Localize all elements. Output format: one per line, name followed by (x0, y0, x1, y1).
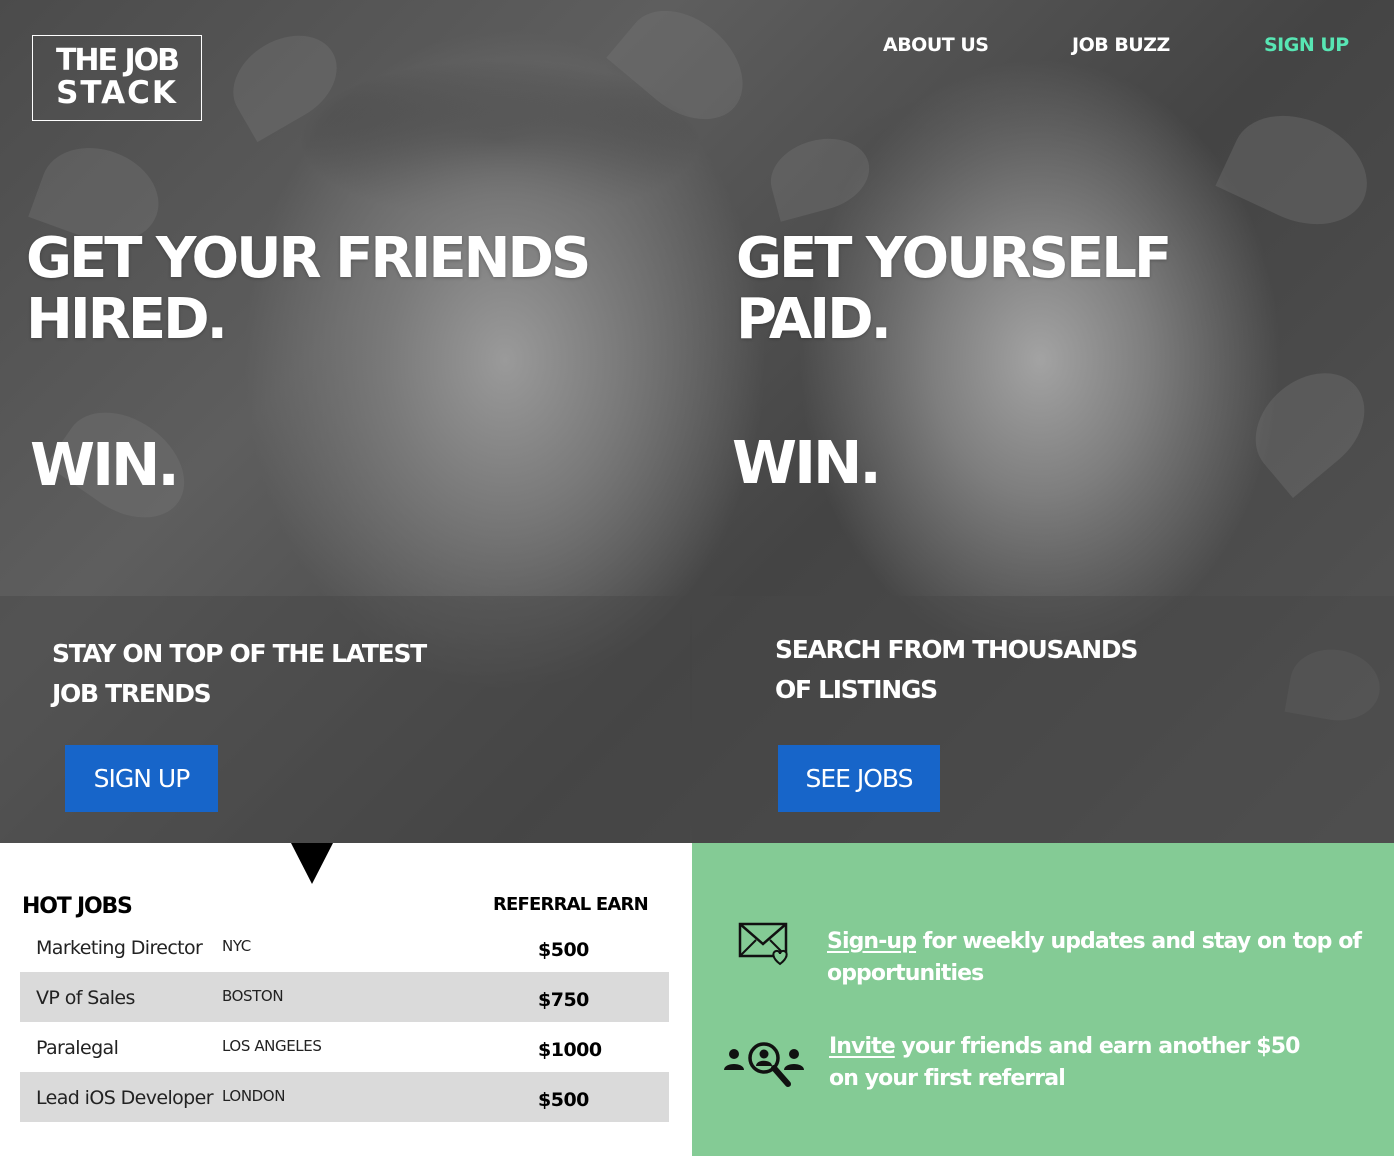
table-row[interactable]: Marketing Director NYC $500 (20, 922, 669, 972)
job-referral-pay: $750 (538, 989, 589, 1011)
left-headline-line-1: GET YOUR FRIENDS (26, 226, 591, 291)
job-title: Lead iOS Developer (36, 1087, 214, 1109)
job-referral-pay: $500 (538, 939, 589, 961)
right-headline-line-2: PAID. (736, 287, 892, 352)
left-panel-text-line-1: STAY ON TOP OF THE LATEST (52, 639, 427, 668)
hot-jobs-table: Marketing Director NYC $500 VP of Sales … (20, 922, 669, 1122)
invite-link[interactable]: Invite (829, 1034, 896, 1059)
job-referral-pay: $1000 (538, 1039, 602, 1061)
job-title: Marketing Director (36, 937, 203, 959)
logo-line-2: STACK (56, 75, 178, 111)
left-panel-text-line-2: JOB TRENDS (52, 679, 212, 708)
table-row[interactable]: Paralegal LOS ANGELES $1000 (20, 1022, 669, 1072)
nav-about-us[interactable]: ABOUT US (883, 34, 989, 56)
logo[interactable]: THE JOB STACK (32, 35, 202, 121)
job-city: LOS ANGELES (222, 1037, 322, 1055)
job-city: BOSTON (222, 987, 284, 1005)
signup-promo-text-1: for weekly updates and stay on top of (916, 929, 1362, 954)
see-jobs-button[interactable]: SEE JOBS (778, 745, 940, 812)
signup-promo: Sign-up for weekly updates and stay on t… (827, 926, 1362, 990)
right-headline: GET YOURSELF PAID. (736, 226, 1172, 352)
job-city: LONDON (222, 1087, 286, 1105)
nav-sign-up[interactable]: SIGN UP (1264, 34, 1349, 56)
logo-line-1: THE JOB (55, 43, 180, 78)
job-title: VP of Sales (36, 987, 135, 1009)
hot-jobs-title: HOT JOBS (22, 894, 133, 919)
nav-job-buzz[interactable]: JOB BUZZ (1072, 34, 1170, 56)
promo-panel (692, 843, 1394, 1156)
job-referral-pay: $500 (538, 1089, 589, 1111)
left-headline: GET YOUR FRIENDS HIRED. (26, 226, 591, 352)
invite-promo-text-2: on your first referral (829, 1066, 1066, 1091)
signup-promo-text-2: opportunities (827, 961, 984, 986)
invite-promo: Invite your friends and earn another $50… (829, 1031, 1300, 1095)
pointer-triangle (291, 843, 333, 884)
table-row[interactable]: VP of Sales BOSTON $750 (20, 972, 669, 1022)
mail-heart-icon (738, 920, 794, 975)
invite-promo-text-1: your friends and earn another $50 (894, 1034, 1301, 1059)
right-panel-text: SEARCH FROM THOUSANDS OF LISTINGS (775, 630, 1138, 710)
table-row[interactable]: Lead iOS Developer LONDON $500 (20, 1072, 669, 1122)
right-win: WIN. (732, 428, 882, 497)
people-search-icon (722, 1040, 806, 1097)
job-city: NYC (222, 937, 251, 955)
sign-up-button[interactable]: SIGN UP (65, 745, 218, 812)
left-headline-line-2: HIRED. (26, 287, 228, 352)
right-panel-text-line-2: OF LISTINGS (775, 675, 938, 704)
right-headline-line-1: GET YOURSELF (736, 226, 1172, 291)
referral-earn-header: REFERRAL EARN (493, 894, 649, 915)
job-title: Paralegal (36, 1037, 119, 1059)
left-win: WIN. (30, 430, 180, 499)
signup-link[interactable]: Sign-up (827, 929, 917, 954)
right-panel-text-line-1: SEARCH FROM THOUSANDS (775, 635, 1138, 664)
left-panel-text: STAY ON TOP OF THE LATEST JOB TRENDS (52, 634, 427, 714)
